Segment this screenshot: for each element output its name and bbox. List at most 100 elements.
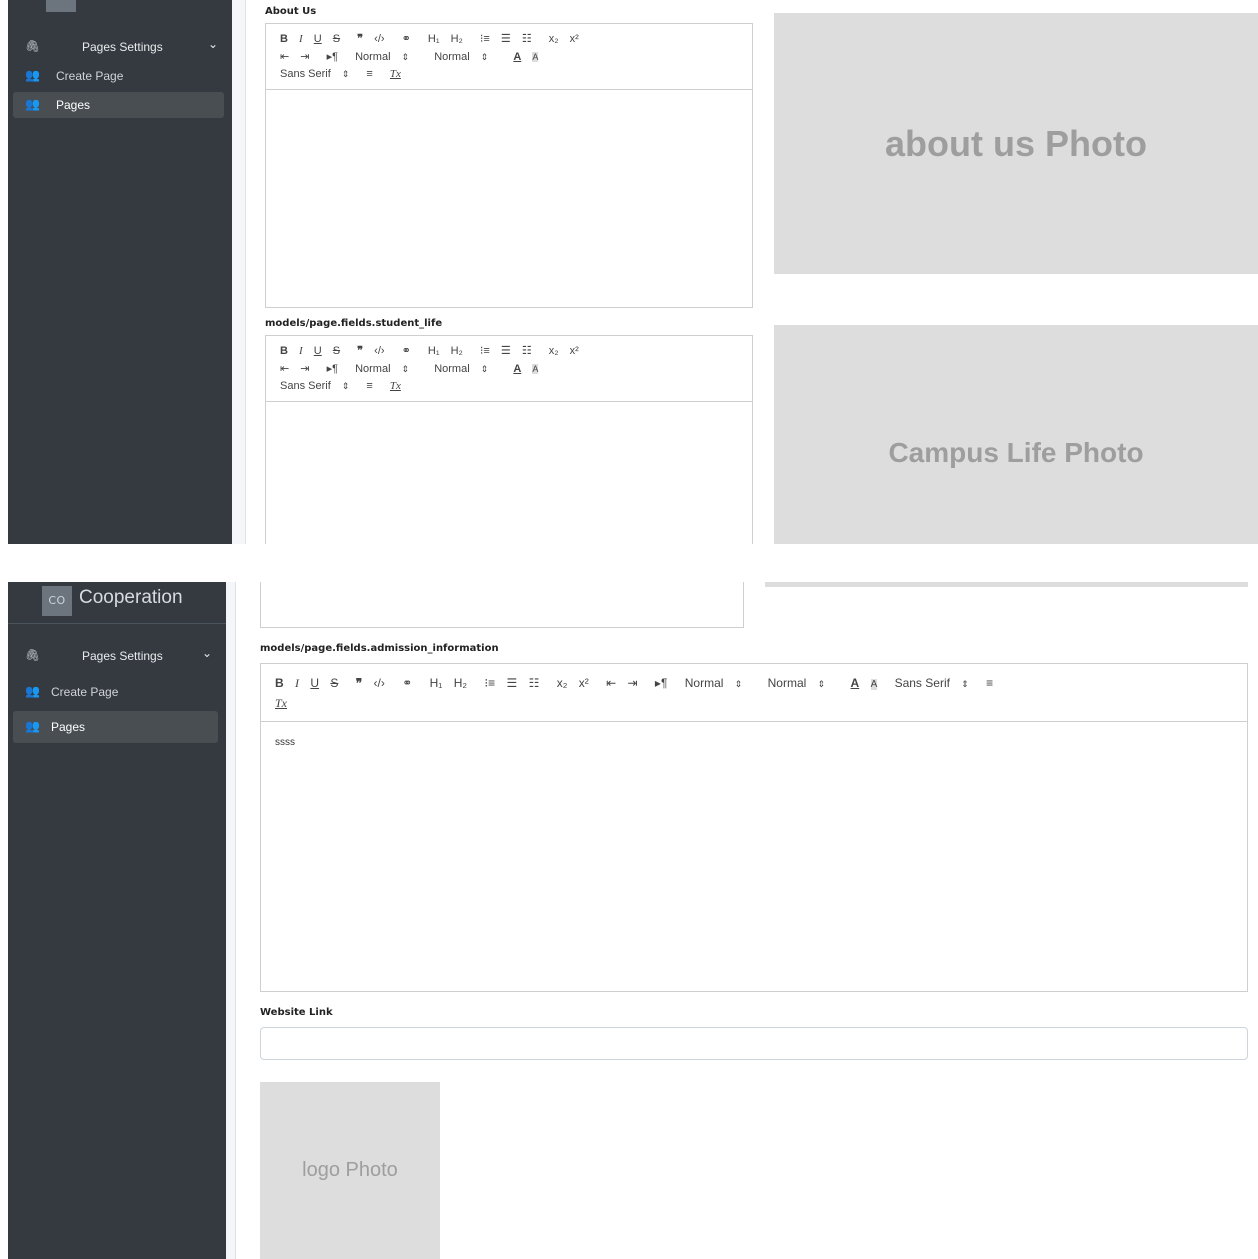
- logo-photo[interactable]: logo Photo: [260, 1082, 440, 1259]
- font-select[interactable]: Sans Serif: [280, 68, 331, 80]
- chevron-down-icon[interactable]: ⌄: [202, 646, 212, 660]
- outdent-icon[interactable]: ⇤: [280, 362, 289, 375]
- background-color-button[interactable]: A: [532, 52, 539, 62]
- brand-logo: CO: [42, 586, 72, 616]
- strike-button[interactable]: S: [330, 676, 338, 690]
- sidebar-item-pages-settings[interactable]: 🖇 Pages Settings ⌄: [13, 34, 224, 60]
- student-life-editor[interactable]: B I U S ❞ ‹/› ⚭ H₁ H₂ ⁝≡ ☰ ☷ x₂ x² ⇤ ⇥ ▸…: [265, 335, 753, 544]
- sidebar-item-create-page[interactable]: 👥 Create Page: [13, 63, 224, 89]
- size-select[interactable]: Normal: [355, 51, 390, 63]
- select-arrow-icon: ⇕: [817, 679, 826, 689]
- underline-button[interactable]: U: [310, 676, 319, 690]
- size-select[interactable]: Normal: [685, 676, 724, 690]
- header-select[interactable]: Normal: [434, 51, 469, 63]
- select-arrow-icon: ⇕: [961, 679, 969, 689]
- strike-button[interactable]: S: [333, 33, 340, 45]
- text-direction-icon[interactable]: ▸¶: [655, 676, 667, 690]
- indent-icon[interactable]: ⇥: [300, 362, 309, 375]
- blockquote-button[interactable]: ❞: [356, 676, 362, 690]
- header-select[interactable]: Normal: [434, 363, 469, 375]
- bold-button[interactable]: B: [280, 33, 288, 45]
- background-color-button[interactable]: A: [532, 364, 539, 374]
- font-select[interactable]: Sans Serif: [280, 380, 331, 392]
- text-direction-icon[interactable]: ▸¶: [327, 50, 338, 63]
- chevron-down-icon[interactable]: ⌄: [208, 37, 218, 51]
- italic-button[interactable]: I: [295, 676, 299, 691]
- text-direction-icon[interactable]: ▸¶: [327, 362, 338, 375]
- sidebar-item-pages[interactable]: 👥 Pages: [13, 92, 224, 118]
- check-list-icon[interactable]: ☷: [522, 344, 532, 357]
- h1-button[interactable]: H₁: [428, 33, 440, 45]
- superscript-button[interactable]: x²: [579, 676, 589, 690]
- code-button[interactable]: ‹/›: [374, 345, 384, 357]
- blockquote-button[interactable]: ❞: [357, 344, 363, 357]
- code-button[interactable]: ‹/›: [374, 676, 385, 690]
- superscript-button[interactable]: x²: [570, 345, 579, 357]
- subscript-button[interactable]: x₂: [549, 345, 559, 357]
- text-color-button[interactable]: A: [513, 363, 521, 375]
- paperclip-icon: 🖇: [25, 39, 41, 53]
- size-select[interactable]: Normal: [355, 363, 390, 375]
- admission-information-editor[interactable]: B I U S ❞ ‹/› ⚭ H₁ H₂ ⁝≡ ☰ ☷ x₂ x² ⇤ ⇥ ▸…: [260, 663, 1248, 992]
- bold-button[interactable]: B: [275, 676, 284, 690]
- strike-button[interactable]: S: [333, 345, 340, 357]
- bold-button[interactable]: B: [280, 345, 288, 357]
- align-icon[interactable]: ≡: [986, 676, 993, 690]
- sidebar-item-pages[interactable]: 👥 Pages: [13, 711, 218, 743]
- clean-format-icon[interactable]: Tx: [275, 696, 287, 711]
- website-link-input[interactable]: [260, 1027, 1248, 1060]
- brand-name: Cooperation: [79, 587, 183, 608]
- font-select[interactable]: Sans Serif: [895, 676, 950, 690]
- text-color-button[interactable]: A: [851, 676, 860, 690]
- header-select[interactable]: Normal: [768, 676, 807, 690]
- student-life-editor-bottom[interactable]: [260, 582, 744, 628]
- admission-information-content[interactable]: ssss: [275, 737, 295, 748]
- campus-life-photo[interactable]: Campus Life Photo: [774, 325, 1258, 544]
- h2-button[interactable]: H₂: [451, 33, 463, 45]
- check-list-icon[interactable]: ☷: [522, 32, 532, 45]
- align-icon[interactable]: ≡: [366, 68, 372, 80]
- bullet-list-icon[interactable]: ☰: [501, 344, 511, 357]
- check-list-icon[interactable]: ☷: [529, 676, 540, 690]
- background-color-button[interactable]: A: [870, 679, 878, 690]
- superscript-button[interactable]: x²: [570, 33, 579, 45]
- link-icon[interactable]: ⚭: [402, 344, 411, 357]
- sidebar-item-create-page[interactable]: 👥 Create Page: [13, 679, 218, 705]
- bullet-list-icon[interactable]: ☰: [507, 676, 518, 690]
- sidebar-item-pages-settings[interactable]: 🖇 Pages Settings ⌄: [13, 643, 218, 669]
- editor-toolbar: B I U S ❞ ‹/› ⚭ H₁ H₂ ⁝≡ ☰ ☷ x₂ x² ⇤ ⇥ ▸…: [261, 664, 1247, 722]
- italic-button[interactable]: I: [299, 33, 303, 45]
- about-us-editor[interactable]: B I U S ❞ ‹/› ⚭ H₁ H₂ ⁝≡ ☰ ☷ x₂ x² ⇤ ⇥ ▸…: [265, 23, 753, 308]
- underline-button[interactable]: U: [314, 33, 322, 45]
- code-button[interactable]: ‹/›: [374, 33, 384, 45]
- clean-format-icon[interactable]: Tx: [390, 380, 401, 392]
- users-icon: 👥: [25, 97, 40, 111]
- subscript-button[interactable]: x₂: [557, 676, 568, 690]
- editor-toolbar: B I U S ❞ ‹/› ⚭ H₁ H₂ ⁝≡ ☰ ☷ x₂ x² ⇤ ⇥ ▸…: [266, 24, 752, 90]
- blockquote-button[interactable]: ❞: [357, 32, 363, 45]
- outdent-icon[interactable]: ⇤: [606, 676, 616, 690]
- bullet-list-icon[interactable]: ☰: [501, 32, 511, 45]
- indent-icon[interactable]: ⇥: [300, 50, 309, 63]
- text-color-button[interactable]: A: [513, 51, 521, 63]
- link-icon[interactable]: ⚭: [402, 32, 411, 45]
- clean-format-icon[interactable]: Tx: [390, 68, 401, 80]
- brand[interactable]: CO Cooperation: [8, 582, 226, 624]
- ordered-list-icon[interactable]: ⁝≡: [480, 32, 490, 45]
- h1-button[interactable]: H₁: [430, 676, 443, 690]
- h2-button[interactable]: H₂: [451, 345, 463, 357]
- select-arrow-icon: ⇕: [401, 364, 410, 374]
- about-us-photo[interactable]: about us Photo: [774, 13, 1258, 274]
- content-gutter: [232, 0, 246, 544]
- italic-button[interactable]: I: [299, 345, 303, 357]
- outdent-icon[interactable]: ⇤: [280, 50, 289, 63]
- indent-icon[interactable]: ⇥: [628, 676, 638, 690]
- subscript-button[interactable]: x₂: [549, 33, 559, 45]
- h1-button[interactable]: H₁: [428, 345, 440, 357]
- underline-button[interactable]: U: [314, 345, 322, 357]
- align-icon[interactable]: ≡: [366, 380, 372, 392]
- link-icon[interactable]: ⚭: [402, 676, 412, 690]
- ordered-list-icon[interactable]: ⁝≡: [484, 676, 495, 690]
- h2-button[interactable]: H₂: [454, 676, 467, 690]
- ordered-list-icon[interactable]: ⁝≡: [480, 344, 490, 357]
